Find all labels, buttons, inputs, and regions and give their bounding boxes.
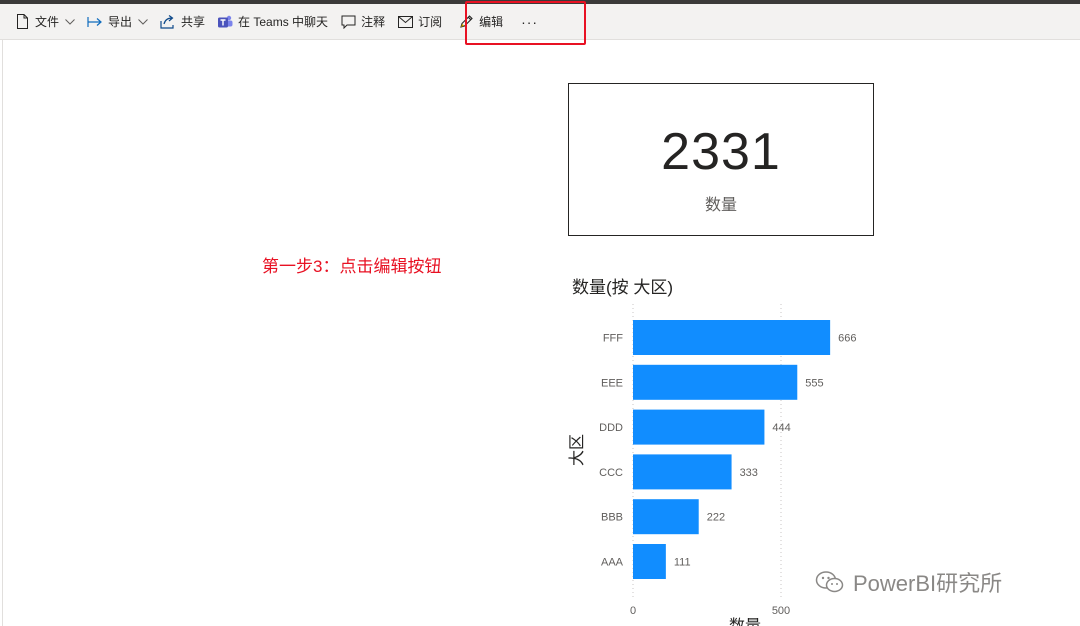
export-menu-button[interactable]: 导出	[81, 8, 154, 36]
share-label: 共享	[181, 15, 206, 29]
bar[interactable]	[633, 320, 831, 355]
share-icon	[160, 14, 176, 30]
kpi-card[interactable]: 2331 数量	[568, 83, 874, 236]
chart-title: 数量(按 大区)	[572, 278, 674, 297]
bar[interactable]	[633, 544, 666, 579]
comment-button[interactable]: 注释	[334, 8, 391, 36]
data-label: 222	[707, 512, 725, 524]
y-axis-title: 大区	[568, 434, 586, 466]
kpi-card-value: 2331	[661, 123, 781, 181]
export-menu-label: 导出	[108, 15, 133, 29]
bar[interactable]	[633, 364, 798, 400]
canvas-left-border	[2, 40, 3, 626]
x-tick-label: 500	[772, 605, 790, 617]
document-icon	[14, 14, 30, 30]
subscribe-label: 订阅	[418, 15, 443, 29]
watermark: PowerBI研究所	[815, 566, 1002, 598]
y-tick-label: CCC	[599, 467, 623, 479]
bar[interactable]	[633, 499, 699, 535]
x-tick-label: 0	[630, 605, 636, 617]
subscribe-button[interactable]: 订阅	[391, 8, 448, 36]
file-menu-label: 文件	[35, 15, 60, 29]
share-button[interactable]: 共享	[154, 8, 211, 36]
watermark-text: PowerBI研究所	[853, 571, 1003, 596]
comment-label: 注释	[361, 15, 386, 29]
chevron-down-icon	[138, 18, 148, 25]
edit-highlight-box	[465, 1, 586, 45]
data-label: 555	[805, 377, 823, 389]
export-arrow-icon	[87, 14, 103, 30]
data-label: 666	[838, 333, 856, 345]
bar[interactable]	[633, 409, 765, 445]
y-tick-label: AAA	[601, 557, 624, 569]
mail-icon	[397, 14, 413, 30]
y-tick-label: EEE	[601, 377, 623, 389]
step-annotation: 第一步3：点击编辑按钮	[262, 257, 442, 276]
data-label: 111	[674, 557, 691, 569]
chevron-down-icon	[65, 18, 75, 25]
comment-icon	[340, 14, 356, 30]
x-axis-title: 数量	[729, 617, 761, 626]
kpi-card-label: 数量	[704, 197, 737, 214]
y-tick-label: FFF	[603, 333, 623, 345]
teams-chat-label: 在 Teams 中聊天	[238, 15, 329, 29]
data-label: 444	[772, 422, 790, 434]
wechat-icon	[815, 571, 844, 593]
teams-chat-button[interactable]: 在 Teams 中聊天	[211, 8, 334, 36]
file-menu-button[interactable]: 文件	[8, 8, 81, 36]
teams-icon	[217, 14, 233, 30]
y-tick-label: BBB	[601, 512, 623, 524]
data-label: 333	[740, 467, 758, 479]
y-tick-label: DDD	[599, 422, 623, 434]
bar[interactable]	[633, 454, 732, 490]
